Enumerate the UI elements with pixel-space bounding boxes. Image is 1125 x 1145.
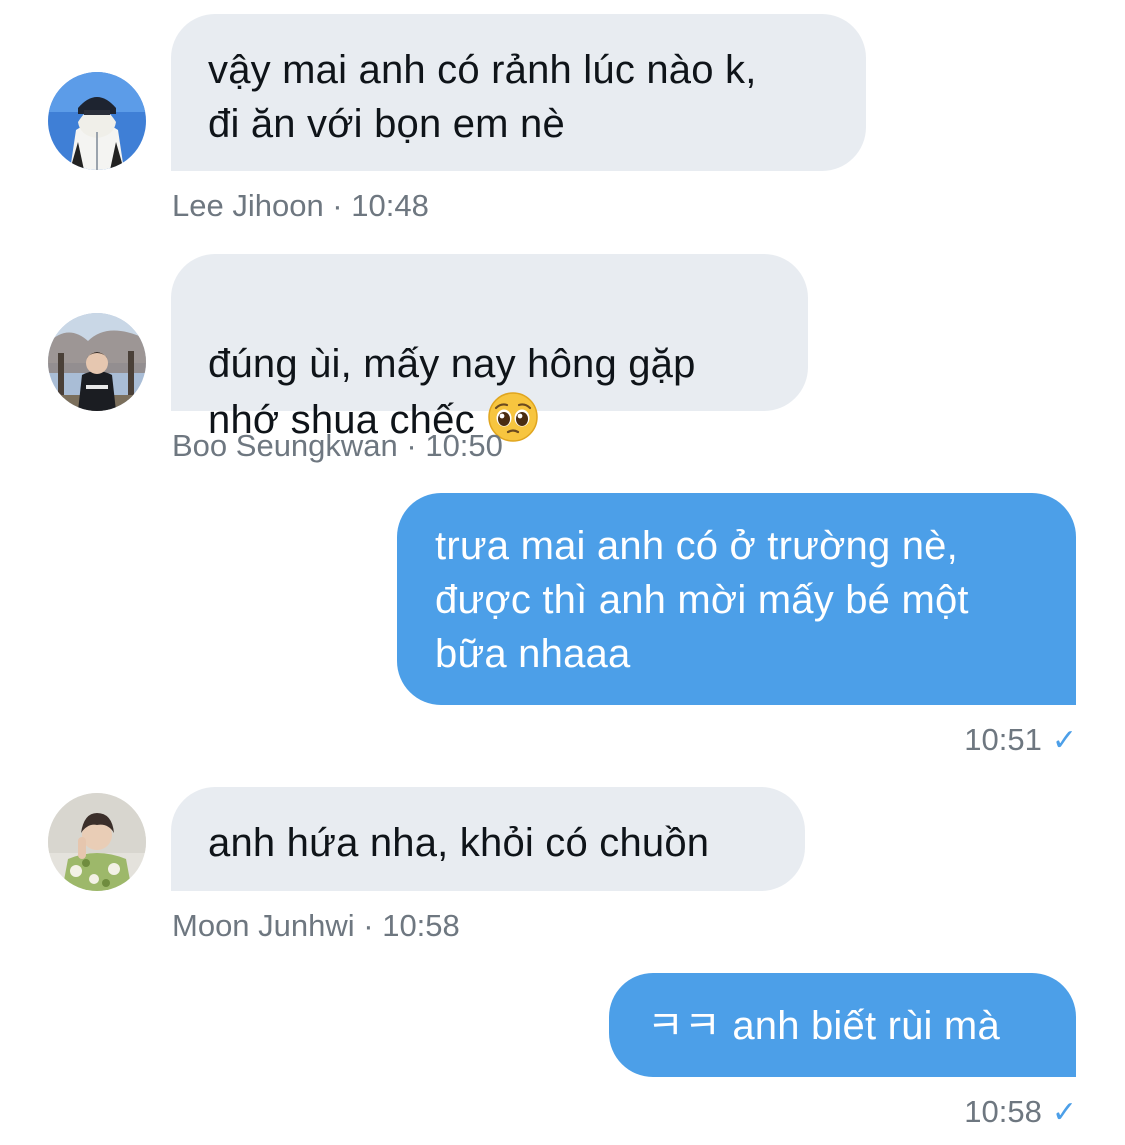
message-meta: Boo Seungkwan · 10:50 xyxy=(172,428,503,463)
message-meta: Moon Junhwi · 10:58 xyxy=(172,908,460,943)
message-bubble-outgoing[interactable]: trưa mai anh có ở trường nè, được thì an… xyxy=(397,493,1076,705)
message-time: 10:58 xyxy=(964,1094,1042,1129)
check-icon: ✓ xyxy=(1051,724,1077,757)
avatar-boo-seungkwan-image xyxy=(48,313,146,411)
avatar-moon-junhwi-image xyxy=(48,793,146,891)
message-bubble-incoming[interactable]: anh hứa nha, khỏi có chuồn xyxy=(171,787,805,891)
message-thread: vậy mai anh có rảnh lúc nào k, đi ăn với… xyxy=(0,0,1125,1145)
avatar[interactable] xyxy=(48,793,146,891)
message-bubble-incoming[interactable]: vậy mai anh có rảnh lúc nào k, đi ăn với… xyxy=(171,14,866,171)
message-bubble-outgoing[interactable]: ㅋㅋ anh biết rùi mà xyxy=(609,973,1076,1077)
check-icon: ✓ xyxy=(1051,1096,1077,1129)
message-meta: 10:58 ✓ xyxy=(964,1092,1077,1133)
avatar-lee-jihoon-image xyxy=(48,72,146,170)
message-time: 10:51 xyxy=(964,722,1042,757)
message-bubble-incoming[interactable]: đúng ùi, mấy nay hông gặp nhớ shua chếc xyxy=(171,254,808,442)
message-meta: Lee Jihoon · 10:48 xyxy=(172,188,429,223)
message-meta: 10:51 ✓ xyxy=(964,720,1077,761)
avatar[interactable] xyxy=(48,313,146,411)
avatar[interactable] xyxy=(48,72,146,170)
